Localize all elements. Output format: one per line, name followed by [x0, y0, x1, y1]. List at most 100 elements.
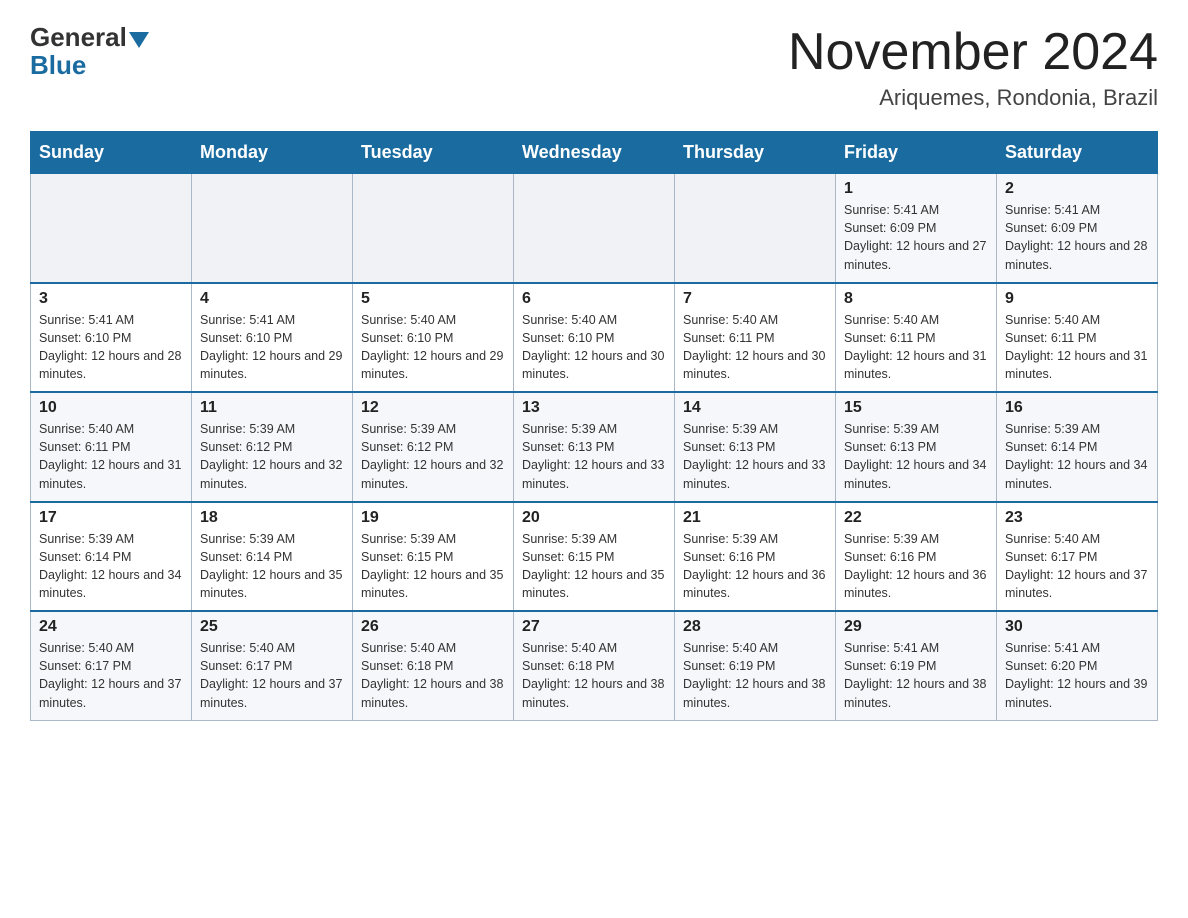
calendar-cell: 5 Sunrise: 5:40 AM Sunset: 6:10 PM Daylig…	[353, 283, 514, 393]
calendar-cell: 9Sunrise: 5:40 AM Sunset: 6:11 PM Daylig…	[997, 283, 1158, 393]
calendar-cell: 6Sunrise: 5:40 AM Sunset: 6:10 PM Daylig…	[514, 283, 675, 393]
calendar-cell: 20 Sunrise: 5:39 AM Sunset: 6:15 PM Dayli…	[514, 502, 675, 612]
calendar-cell: 29 Sunrise: 5:41 AM Sunset: 6:19 PM Dayli…	[836, 611, 997, 720]
calendar-cell: 16 Sunrise: 5:39 AM Sunset: 6:14 PM Dayli…	[997, 392, 1158, 502]
calendar-cell: 23 Sunrise: 5:40 AM Sunset: 6:17 PM Dayli…	[997, 502, 1158, 612]
day-info: Sunrise: 5:39 AM Sunset: 6:16 PM Dayligh…	[844, 530, 988, 603]
day-info: Sunrise: 5:41 AM Sunset: 6:20 PM Dayligh…	[1005, 639, 1149, 712]
day-info: Sunrise: 5:39 AM Sunset: 6:14 PM Dayligh…	[39, 530, 183, 603]
day-number: 8	[844, 290, 988, 308]
calendar-week-1: 1 Sunrise: 5:41 AM Sunset: 6:09 PM Daylig…	[31, 174, 1158, 283]
day-number: 9	[1005, 290, 1149, 308]
calendar-cell	[675, 174, 836, 283]
day-number: 15	[844, 399, 988, 417]
day-number: 3	[39, 290, 183, 308]
day-info: Sunrise: 5:40 AM Sunset: 6:10 PM Dayligh…	[522, 311, 666, 384]
day-number: 10	[39, 399, 183, 417]
calendar-cell: 15 Sunrise: 5:39 AM Sunset: 6:13 PM Dayli…	[836, 392, 997, 502]
day-number: 24	[39, 618, 183, 636]
calendar-cell: 7Sunrise: 5:40 AM Sunset: 6:11 PM Daylig…	[675, 283, 836, 393]
day-number: 21	[683, 509, 827, 527]
calendar-cell	[31, 174, 192, 283]
day-info: Sunrise: 5:40 AM Sunset: 6:17 PM Dayligh…	[200, 639, 344, 712]
day-number: 12	[361, 399, 505, 417]
day-number: 13	[522, 399, 666, 417]
weekday-header-wednesday: Wednesday	[514, 132, 675, 174]
day-info: Sunrise: 5:40 AM Sunset: 6:17 PM Dayligh…	[1005, 530, 1149, 603]
calendar-cell: 17Sunrise: 5:39 AM Sunset: 6:14 PM Dayli…	[31, 502, 192, 612]
day-info: Sunrise: 5:40 AM Sunset: 6:19 PM Dayligh…	[683, 639, 827, 712]
calendar-subtitle: Ariquemes, Rondonia, Brazil	[788, 85, 1158, 111]
day-number: 23	[1005, 509, 1149, 527]
calendar-cell	[514, 174, 675, 283]
calendar-week-3: 10Sunrise: 5:40 AM Sunset: 6:11 PM Dayli…	[31, 392, 1158, 502]
calendar-cell: 27 Sunrise: 5:40 AM Sunset: 6:18 PM Dayli…	[514, 611, 675, 720]
day-number: 2	[1005, 180, 1149, 198]
day-info: Sunrise: 5:39 AM Sunset: 6:16 PM Dayligh…	[683, 530, 827, 603]
day-number: 4	[200, 290, 344, 308]
weekday-header-monday: Monday	[192, 132, 353, 174]
day-info: Sunrise: 5:39 AM Sunset: 6:13 PM Dayligh…	[522, 420, 666, 493]
day-info: Sunrise: 5:39 AM Sunset: 6:13 PM Dayligh…	[683, 420, 827, 493]
day-info: Sunrise: 5:40 AM Sunset: 6:11 PM Dayligh…	[844, 311, 988, 384]
day-info: Sunrise: 5:39 AM Sunset: 6:12 PM Dayligh…	[361, 420, 505, 493]
day-info: Sunrise: 5:39 AM Sunset: 6:13 PM Dayligh…	[844, 420, 988, 493]
day-info: Sunrise: 5:41 AM Sunset: 6:19 PM Dayligh…	[844, 639, 988, 712]
page-header: General Blue November 2024 Ariquemes, Ro…	[30, 24, 1158, 111]
day-number: 30	[1005, 618, 1149, 636]
calendar-cell	[192, 174, 353, 283]
weekday-header-friday: Friday	[836, 132, 997, 174]
day-number: 27	[522, 618, 666, 636]
weekday-header-tuesday: Tuesday	[353, 132, 514, 174]
logo-blue-text: Blue	[30, 50, 86, 81]
day-info: Sunrise: 5:39 AM Sunset: 6:15 PM Dayligh…	[361, 530, 505, 603]
day-info: Sunrise: 5:40 AM Sunset: 6:17 PM Dayligh…	[39, 639, 183, 712]
day-info: Sunrise: 5:41 AM Sunset: 6:09 PM Dayligh…	[1005, 201, 1149, 274]
day-number: 11	[200, 399, 344, 417]
day-info: Sunrise: 5:39 AM Sunset: 6:14 PM Dayligh…	[1005, 420, 1149, 493]
calendar-cell: 28Sunrise: 5:40 AM Sunset: 6:19 PM Dayli…	[675, 611, 836, 720]
calendar-cell: 19Sunrise: 5:39 AM Sunset: 6:15 PM Dayli…	[353, 502, 514, 612]
weekday-header-saturday: Saturday	[997, 132, 1158, 174]
day-number: 29	[844, 618, 988, 636]
day-info: Sunrise: 5:39 AM Sunset: 6:15 PM Dayligh…	[522, 530, 666, 603]
day-number: 1	[844, 180, 988, 198]
day-number: 26	[361, 618, 505, 636]
calendar-cell: 14 Sunrise: 5:39 AM Sunset: 6:13 PM Dayli…	[675, 392, 836, 502]
title-area: November 2024 Ariquemes, Rondonia, Brazi…	[788, 24, 1158, 111]
calendar-cell: 30 Sunrise: 5:41 AM Sunset: 6:20 PM Dayli…	[997, 611, 1158, 720]
day-info: Sunrise: 5:41 AM Sunset: 6:09 PM Dayligh…	[844, 201, 988, 274]
calendar-week-4: 17Sunrise: 5:39 AM Sunset: 6:14 PM Dayli…	[31, 502, 1158, 612]
calendar-cell: 13 Sunrise: 5:39 AM Sunset: 6:13 PM Dayli…	[514, 392, 675, 502]
day-number: 14	[683, 399, 827, 417]
calendar-cell: 4 Sunrise: 5:41 AM Sunset: 6:10 PM Daylig…	[192, 283, 353, 393]
day-number: 18	[200, 509, 344, 527]
calendar-cell: 1 Sunrise: 5:41 AM Sunset: 6:09 PM Daylig…	[836, 174, 997, 283]
day-info: Sunrise: 5:39 AM Sunset: 6:14 PM Dayligh…	[200, 530, 344, 603]
calendar-title: November 2024	[788, 24, 1158, 81]
calendar-cell: 11 Sunrise: 5:39 AM Sunset: 6:12 PM Dayli…	[192, 392, 353, 502]
day-info: Sunrise: 5:39 AM Sunset: 6:12 PM Dayligh…	[200, 420, 344, 493]
logo-general-text: General	[30, 24, 127, 50]
calendar-cell: 2 Sunrise: 5:41 AM Sunset: 6:09 PM Daylig…	[997, 174, 1158, 283]
day-number: 16	[1005, 399, 1149, 417]
day-number: 20	[522, 509, 666, 527]
day-info: Sunrise: 5:40 AM Sunset: 6:11 PM Dayligh…	[683, 311, 827, 384]
weekday-header-row: SundayMondayTuesdayWednesdayThursdayFrid…	[31, 132, 1158, 174]
calendar-cell: 8 Sunrise: 5:40 AM Sunset: 6:11 PM Daylig…	[836, 283, 997, 393]
weekday-header-sunday: Sunday	[31, 132, 192, 174]
logo: General Blue	[30, 24, 151, 81]
calendar-cell: 24 Sunrise: 5:40 AM Sunset: 6:17 PM Dayli…	[31, 611, 192, 720]
calendar-cell	[353, 174, 514, 283]
day-number: 5	[361, 290, 505, 308]
calendar-cell: 25Sunrise: 5:40 AM Sunset: 6:17 PM Dayli…	[192, 611, 353, 720]
calendar-cell: 21 Sunrise: 5:39 AM Sunset: 6:16 PM Dayli…	[675, 502, 836, 612]
day-info: Sunrise: 5:40 AM Sunset: 6:10 PM Dayligh…	[361, 311, 505, 384]
day-info: Sunrise: 5:41 AM Sunset: 6:10 PM Dayligh…	[39, 311, 183, 384]
calendar-cell: 26Sunrise: 5:40 AM Sunset: 6:18 PM Dayli…	[353, 611, 514, 720]
calendar-cell: 10Sunrise: 5:40 AM Sunset: 6:11 PM Dayli…	[31, 392, 192, 502]
day-info: Sunrise: 5:40 AM Sunset: 6:18 PM Dayligh…	[522, 639, 666, 712]
day-number: 22	[844, 509, 988, 527]
calendar-cell: 3 Sunrise: 5:41 AM Sunset: 6:10 PM Daylig…	[31, 283, 192, 393]
day-info: Sunrise: 5:41 AM Sunset: 6:10 PM Dayligh…	[200, 311, 344, 384]
